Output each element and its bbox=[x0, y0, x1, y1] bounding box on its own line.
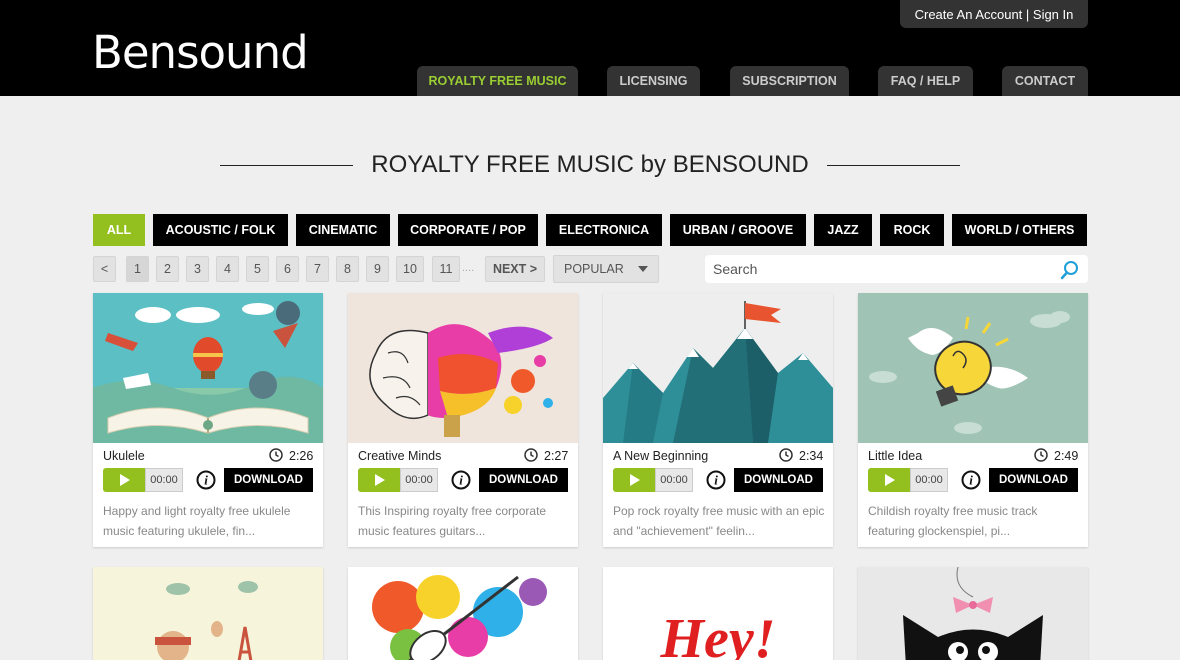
track-card: Ukulele 2:26 00:00 i DOWNLOAD Happy and … bbox=[93, 293, 323, 547]
nav-contact[interactable]: CONTACT bbox=[1002, 66, 1088, 96]
play-button[interactable] bbox=[103, 468, 145, 492]
info-icon[interactable]: i bbox=[196, 470, 216, 490]
track-duration: 2:49 bbox=[1054, 449, 1079, 463]
pagination-page[interactable]: 1 bbox=[126, 256, 149, 282]
track-card: Little Idea 2:49 00:00 i DOWNLOAD Childi… bbox=[858, 293, 1088, 547]
svg-text:i: i bbox=[969, 473, 973, 488]
track-current-time: 00:00 bbox=[145, 468, 183, 492]
track-duration: 2:26 bbox=[289, 449, 314, 463]
track-card: Creative Minds 2:27 00:00 i DOWNLOAD Thi… bbox=[348, 293, 578, 547]
pagination-page[interactable]: 9 bbox=[366, 256, 389, 282]
track-title[interactable]: Little Idea bbox=[868, 449, 922, 463]
download-button[interactable]: DOWNLOAD bbox=[224, 468, 313, 492]
search-icon[interactable] bbox=[1060, 260, 1080, 280]
pagination-next-button[interactable]: NEXT > bbox=[485, 256, 545, 282]
create-account-signin-link[interactable]: Create An Account | Sign In bbox=[915, 7, 1074, 22]
category-corporate-pop[interactable]: CORPORATE / POP bbox=[398, 214, 538, 246]
clock-icon bbox=[779, 448, 793, 462]
track-description: Happy and light royalty free ukulele mus… bbox=[103, 504, 291, 538]
track-current-time: 00:00 bbox=[400, 468, 438, 492]
svg-text:i: i bbox=[714, 473, 718, 488]
pagination-ellipsis: .... bbox=[462, 262, 475, 274]
info-icon[interactable]: i bbox=[706, 470, 726, 490]
track-duration: 2:27 bbox=[544, 449, 569, 463]
category-cinematic[interactable]: CINEMATIC bbox=[296, 214, 390, 246]
category-rock[interactable]: ROCK bbox=[880, 214, 944, 246]
download-button[interactable]: DOWNLOAD bbox=[479, 468, 568, 492]
track-artwork[interactable] bbox=[858, 567, 1088, 660]
track-description: Childish royalty free music track featur… bbox=[868, 504, 1038, 538]
svg-text:i: i bbox=[204, 473, 208, 488]
nav-faq-help[interactable]: FAQ / HELP bbox=[878, 66, 973, 96]
download-button[interactable]: DOWNLOAD bbox=[989, 468, 1078, 492]
clock-icon bbox=[1034, 448, 1048, 462]
play-button[interactable] bbox=[613, 468, 655, 492]
clock-icon bbox=[524, 448, 538, 462]
pagination-page[interactable]: 2 bbox=[156, 256, 179, 282]
track-card bbox=[858, 567, 1088, 660]
site-header: Bensound Create An Account | Sign In ROY… bbox=[0, 0, 1180, 96]
nav-subscription[interactable]: SUBSCRIPTION bbox=[730, 66, 849, 96]
pagination-page[interactable]: 7 bbox=[306, 256, 329, 282]
track-current-time: 00:00 bbox=[655, 468, 693, 492]
pagination-page[interactable]: 11 bbox=[432, 256, 460, 282]
title-rule-right bbox=[826, 164, 961, 166]
site-logo[interactable]: Bensound bbox=[92, 26, 309, 79]
category-acoustic-folk[interactable]: ACOUSTIC / FOLK bbox=[153, 214, 288, 246]
svg-text:i: i bbox=[459, 473, 463, 488]
track-title[interactable]: A New Beginning bbox=[613, 449, 708, 463]
clock-icon bbox=[269, 448, 283, 462]
title-rule-left bbox=[220, 164, 354, 166]
track-artwork-a-new-beginning[interactable] bbox=[603, 293, 833, 443]
category-all[interactable]: ALL bbox=[93, 214, 145, 246]
account-bar: Create An Account | Sign In bbox=[900, 0, 1088, 28]
info-icon[interactable]: i bbox=[961, 470, 981, 490]
hey-text: Hey! bbox=[659, 608, 775, 660]
nav-licensing[interactable]: LICENSING bbox=[607, 66, 700, 96]
track-duration: 2:34 bbox=[799, 449, 824, 463]
search-input[interactable] bbox=[705, 255, 1088, 283]
track-title[interactable]: Creative Minds bbox=[358, 449, 441, 463]
chevron-down-icon bbox=[638, 266, 648, 272]
track-title[interactable]: Ukulele bbox=[103, 449, 145, 463]
sort-selected-value: POPULAR bbox=[564, 262, 624, 276]
track-description: Pop rock royalty free music with an epic… bbox=[613, 504, 825, 538]
pagination-page[interactable]: 8 bbox=[336, 256, 359, 282]
track-artwork-little-idea[interactable] bbox=[858, 293, 1088, 443]
sort-select[interactable]: POPULAR bbox=[553, 255, 659, 283]
pagination-page[interactable]: 4 bbox=[216, 256, 239, 282]
page-title: ROYALTY FREE MUSIC by BENSOUND bbox=[371, 151, 809, 178]
pagination-page[interactable]: 6 bbox=[276, 256, 299, 282]
track-card: A New Beginning 2:34 00:00 i DOWNLOAD Po… bbox=[603, 293, 833, 547]
category-world-others[interactable]: WORLD / OTHERS bbox=[952, 214, 1087, 246]
track-artwork[interactable] bbox=[348, 567, 578, 660]
track-artwork[interactable]: Hey! bbox=[603, 567, 833, 660]
category-electronica[interactable]: ELECTRONICA bbox=[546, 214, 662, 246]
track-card: Hey! bbox=[603, 567, 833, 660]
category-urban-groove[interactable]: URBAN / GROOVE bbox=[670, 214, 806, 246]
nav-royalty-free-music[interactable]: ROYALTY FREE MUSIC bbox=[417, 66, 578, 96]
download-button[interactable]: DOWNLOAD bbox=[734, 468, 823, 492]
track-card bbox=[93, 567, 323, 660]
track-artwork[interactable] bbox=[93, 567, 323, 660]
track-artwork-creative-minds[interactable] bbox=[348, 293, 578, 443]
page-title-bar: ROYALTY FREE MUSIC by BENSOUND bbox=[220, 148, 961, 182]
play-button[interactable] bbox=[868, 468, 910, 492]
pagination-prev-button[interactable]: < bbox=[93, 256, 116, 282]
track-card bbox=[348, 567, 578, 660]
pagination-page[interactable]: 3 bbox=[186, 256, 209, 282]
info-icon[interactable]: i bbox=[451, 470, 471, 490]
track-artwork-ukulele[interactable] bbox=[93, 293, 323, 443]
track-current-time: 00:00 bbox=[910, 468, 948, 492]
track-description: This Inspiring royalty free corporate mu… bbox=[358, 504, 547, 538]
pagination-page[interactable]: 10 bbox=[396, 256, 424, 282]
pagination-page[interactable]: 5 bbox=[246, 256, 269, 282]
play-button[interactable] bbox=[358, 468, 400, 492]
category-jazz[interactable]: JAZZ bbox=[814, 214, 872, 246]
